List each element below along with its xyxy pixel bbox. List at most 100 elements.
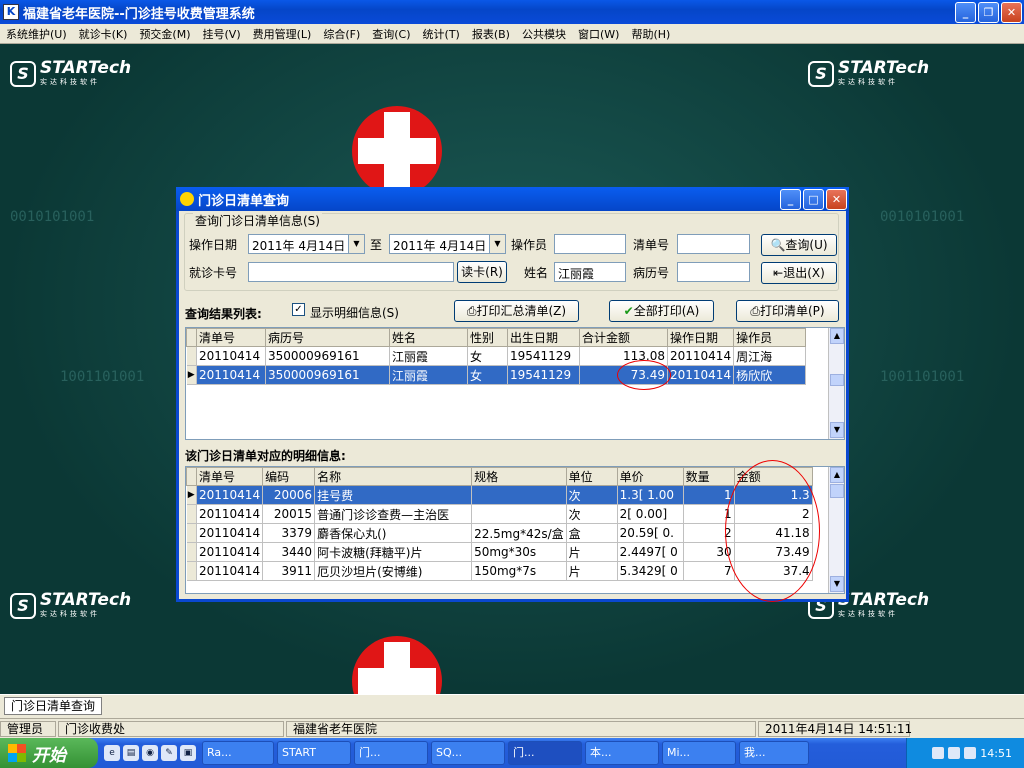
start-button[interactable]: 开始 [0, 738, 98, 768]
col-unit[interactable]: 单位 [565, 467, 618, 486]
dialog-minimize-button[interactable]: _ [780, 189, 801, 210]
red-cross-icon [352, 636, 442, 694]
taskbar-item[interactable]: START [277, 741, 351, 765]
table-row-selected[interactable]: ▶ 20110414 350000969161 江丽霞 女 19541129 7… [186, 365, 807, 385]
exit-button[interactable]: ⇤退出(X) [761, 262, 837, 284]
taskbar-item[interactable]: Mi... [662, 741, 736, 765]
restore-button[interactable]: ❐ [978, 2, 999, 23]
ie-icon[interactable]: e [104, 745, 120, 761]
minimize-button[interactable]: _ [955, 2, 976, 23]
table-row[interactable]: 20110414 20015 普通门诊诊查费—主治医 次 2[ 0.00] 1 … [186, 504, 813, 524]
col-code[interactable]: 编码 [262, 467, 316, 486]
record-no-input[interactable] [677, 262, 750, 282]
show-detail-checkbox[interactable]: ✓ [292, 303, 305, 316]
tray-icon[interactable] [932, 747, 945, 759]
print-summary-button[interactable]: ⎙打印汇总清单(Z) [454, 300, 579, 322]
status-dept: 门诊收费处 [58, 720, 284, 737]
tray-icon[interactable] [948, 747, 961, 759]
menu-card[interactable]: 就诊卡(K) [73, 26, 134, 42]
taskbar-item-active[interactable]: 门... [508, 741, 582, 765]
col-op-date[interactable]: 操作日期 [666, 328, 735, 347]
table-row[interactable]: 20110414 3440 阿卡波糖(拜糖平)片 50mg*30s 片 2.44… [186, 542, 813, 562]
bill-no-label: 清单号 [633, 238, 670, 252]
status-hospital: 福建省老年医院 [286, 720, 756, 737]
col-spec[interactable]: 规格 [471, 467, 567, 486]
col-bill-no[interactable]: 清单号 [195, 467, 264, 486]
brand-s-icon: S [10, 592, 36, 619]
dialog-title: 门诊日清单查询 [198, 193, 290, 209]
col-bill-no[interactable]: 清单号 [196, 328, 266, 347]
menu-window[interactable]: 窗口(W) [572, 26, 625, 42]
scroll-thumb[interactable] [830, 484, 844, 498]
scroll-down-icon[interactable]: ▼ [830, 576, 844, 592]
taskbar-item[interactable]: Ra... [202, 741, 274, 765]
name-label: 姓名 [524, 266, 549, 280]
menu-stats[interactable]: 统计(T) [417, 26, 466, 42]
col-operator[interactable]: 操作员 [733, 328, 807, 347]
col-unit-price[interactable]: 单价 [616, 467, 684, 486]
details-scrollbar[interactable]: ▲ ▼ [828, 467, 844, 593]
menu-system[interactable]: 系统维护(U) [0, 26, 73, 42]
checkmark-icon: ✔ [623, 304, 634, 318]
menu-common[interactable]: 公共模块 [516, 26, 572, 42]
desktop-icon[interactable]: ▣ [180, 745, 196, 761]
bill-no-input[interactable] [677, 234, 750, 254]
print-all-button[interactable]: ✔全部打印(A) [609, 300, 714, 322]
col-total[interactable]: 合计金额 [579, 328, 668, 347]
dialog-close-button[interactable]: ✕ [826, 189, 847, 210]
dialog-maximize-button[interactable]: □ [803, 189, 824, 210]
col-name[interactable]: 姓名 [389, 328, 468, 347]
menu-fee[interactable]: 费用管理(L) [247, 26, 318, 42]
scroll-up-icon[interactable]: ▲ [830, 467, 844, 483]
date-to-picker[interactable]: 2011年 4月14日 ▼ [389, 234, 506, 254]
table-row[interactable]: 20110414 3379 麝香保心丸() 22.5mg*42s/盒 盒 20.… [186, 523, 813, 543]
show-detail-label[interactable]: 显示明细信息(S) [310, 304, 399, 321]
read-card-button[interactable]: 读卡(R) [457, 261, 507, 283]
menu-prepay[interactable]: 预交金(M) [133, 26, 196, 42]
chevron-down-icon[interactable]: ▼ [348, 235, 364, 253]
query-button[interactable]: 🔍查询(U) [761, 234, 837, 256]
menu-reports[interactable]: 报表(B) [466, 26, 516, 42]
tool-icon[interactable]: ✎ [161, 745, 177, 761]
operator-input[interactable] [554, 234, 626, 254]
results-header-row: 清单号 病历号 姓名 性别 出生日期 合计金额 操作日期 操作员 [186, 328, 807, 347]
col-record-no[interactable]: 病历号 [265, 328, 390, 347]
name-input[interactable]: 江丽霞 [554, 262, 626, 282]
menu-help[interactable]: 帮助(H) [625, 26, 676, 42]
table-row-selected[interactable]: ▶ 20110414 20006 挂号费 次 1.3[ 1.00 1 1.3 [186, 485, 813, 505]
details-table: 清单号 编码 名称 规格 单位 单价 数量 金额 ▶ 20110414 2000… [186, 467, 813, 581]
taskbar-item[interactable]: 我... [739, 741, 809, 765]
media-icon[interactable]: ◉ [142, 745, 158, 761]
taskbar-item[interactable]: 本... [585, 741, 659, 765]
taskbar-item[interactable]: SQ... [431, 741, 505, 765]
close-button[interactable]: ✕ [1001, 2, 1022, 23]
doc-icon[interactable]: ▤ [123, 745, 139, 761]
scroll-thumb[interactable] [830, 374, 844, 386]
table-row[interactable]: 20110414 350000969161 江丽霞 女 19541129 113… [186, 346, 807, 366]
details-header-row: 清单号 编码 名称 规格 单位 单价 数量 金额 [186, 467, 813, 486]
results-scrollbar[interactable]: ▲ ▼ [828, 328, 844, 439]
col-qty[interactable]: 数量 [682, 467, 735, 486]
dialog-icon [180, 192, 194, 206]
app-title-bar: K 福建省老年医院--门诊挂号收费管理系统 _ ❐ ✕ [0, 0, 1024, 24]
date-from-picker[interactable]: 2011年 4月14日 ▼ [248, 234, 365, 254]
record-no-label: 病历号 [633, 266, 670, 280]
clock: 14:51 [980, 746, 1012, 760]
chevron-down-icon[interactable]: ▼ [489, 235, 505, 253]
mdi-tab-daily-bill[interactable]: 门诊日清单查询 [4, 697, 103, 715]
network-icon[interactable] [964, 747, 977, 759]
query-criteria-group: 查询门诊日清单信息(S) 操作日期 2011年 4月14日 ▼ 至 2011年 4… [184, 212, 839, 291]
print-bill-button[interactable]: ⎙打印清单(P) [736, 300, 839, 322]
card-no-input[interactable] [248, 262, 454, 282]
scroll-up-icon[interactable]: ▲ [830, 328, 844, 344]
table-row[interactable]: 20110414 3911 厄贝沙坦片(安博维) 150mg*7s 片 5.34… [186, 561, 813, 581]
menu-register[interactable]: 挂号(V) [197, 26, 247, 42]
detail-label: 该门诊日清单对应的明细信息: [185, 449, 346, 463]
scroll-down-icon[interactable]: ▼ [830, 422, 844, 438]
menu-query[interactable]: 查询(C) [366, 26, 416, 42]
taskbar-item[interactable]: 门... [354, 741, 428, 765]
col-birth[interactable]: 出生日期 [507, 328, 580, 347]
menu-general[interactable]: 综合(F) [317, 26, 366, 42]
col-item-name[interactable]: 名称 [314, 467, 473, 486]
col-sex[interactable]: 性别 [467, 328, 508, 347]
